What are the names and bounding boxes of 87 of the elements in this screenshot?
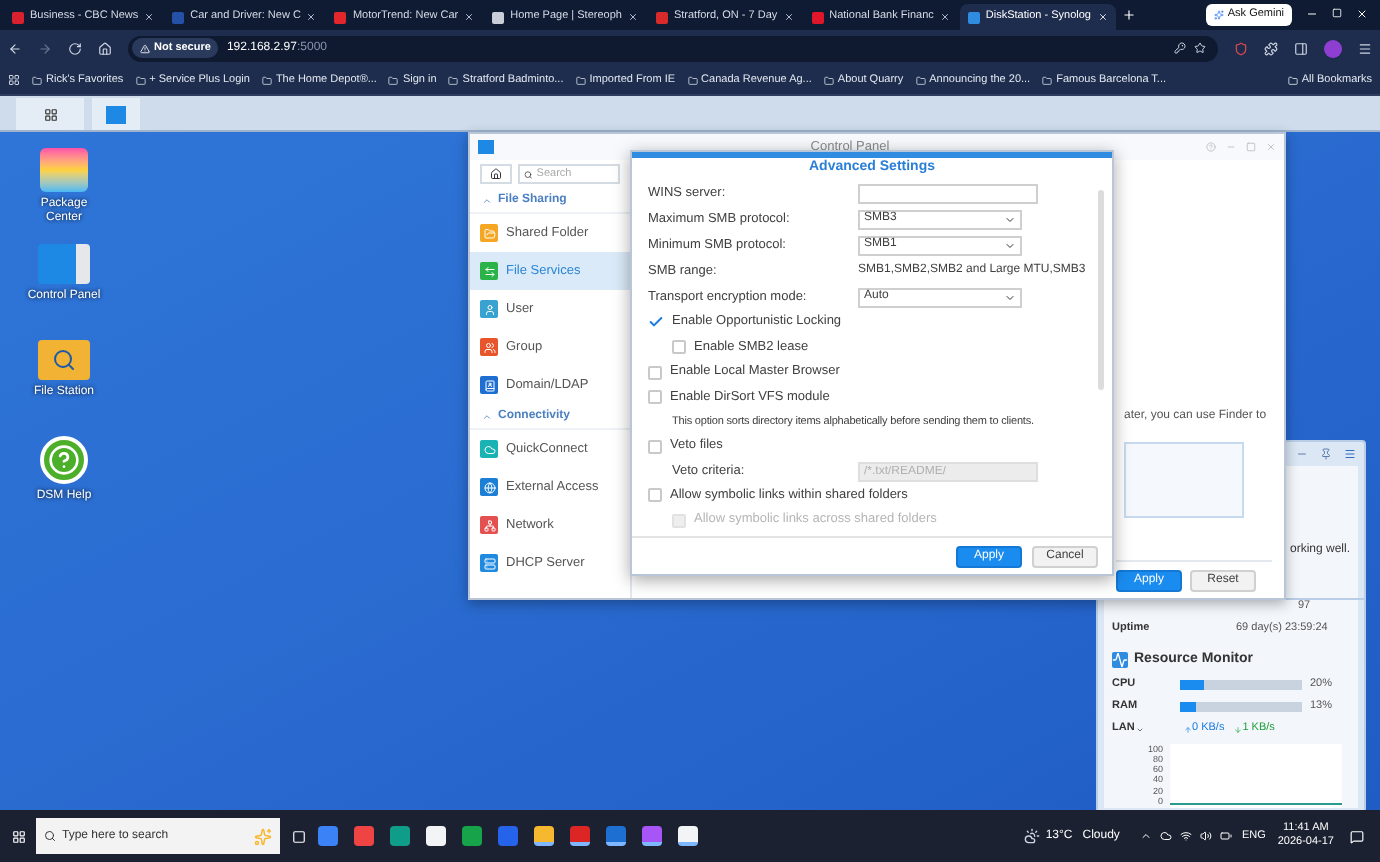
home-button[interactable] bbox=[480, 164, 512, 184]
app-icon[interactable] bbox=[606, 826, 626, 846]
shopping-bag-icon bbox=[40, 148, 88, 192]
control-panel-icon bbox=[38, 244, 90, 284]
extensions-icon[interactable] bbox=[1264, 41, 1278, 55]
app-icon[interactable] bbox=[354, 826, 374, 846]
network-icon[interactable] bbox=[1179, 830, 1192, 842]
app-icon[interactable] bbox=[390, 826, 410, 846]
bookmark-icon bbox=[687, 75, 698, 85]
checkbox[interactable] bbox=[648, 365, 662, 380]
settings-item-icon bbox=[480, 440, 498, 458]
app-icon[interactable] bbox=[426, 826, 446, 846]
warning-icon bbox=[140, 43, 150, 53]
collapse-icon bbox=[482, 195, 492, 205]
folder-search-icon bbox=[38, 340, 90, 380]
app-icon[interactable] bbox=[318, 826, 338, 846]
bookmark-icon bbox=[1042, 75, 1053, 85]
sparkle-icon bbox=[254, 827, 272, 845]
checkbox-checked[interactable] bbox=[648, 314, 664, 331]
settings-item-icon bbox=[480, 262, 498, 280]
sparkle-icon bbox=[1213, 10, 1224, 20]
settings-item-icon bbox=[480, 478, 498, 496]
download-icon bbox=[1234, 725, 1243, 733]
cloud-icon[interactable] bbox=[1159, 830, 1172, 842]
app-logo-icon bbox=[478, 140, 494, 154]
checkbox[interactable] bbox=[648, 488, 662, 503]
bookmark-icon bbox=[32, 75, 42, 85]
grid-icon bbox=[43, 107, 57, 121]
notifications-icon[interactable] bbox=[1350, 829, 1364, 843]
minimize-icon[interactable] bbox=[1306, 8, 1318, 20]
checkbox[interactable] bbox=[672, 340, 686, 355]
settings-item-icon bbox=[480, 516, 498, 534]
new-tab-icon[interactable] bbox=[1121, 8, 1135, 22]
profile-avatar[interactable] bbox=[1324, 39, 1342, 57]
app-icon[interactable] bbox=[534, 826, 554, 846]
windows-logo-icon bbox=[11, 829, 25, 843]
bookmark-icon bbox=[388, 75, 399, 85]
help-icon bbox=[40, 436, 88, 484]
bookmark-icon bbox=[261, 75, 272, 85]
bookmark-star-icon[interactable] bbox=[1194, 42, 1206, 54]
caret-icon bbox=[1004, 291, 1016, 303]
menu-icon[interactable] bbox=[1358, 41, 1372, 55]
search-icon bbox=[524, 169, 533, 179]
control-panel-tab[interactable] bbox=[92, 98, 140, 130]
search-icon bbox=[44, 830, 56, 842]
home-icon bbox=[490, 168, 502, 180]
info-box bbox=[1124, 442, 1244, 518]
bookmark-icon bbox=[575, 75, 586, 85]
back-icon[interactable] bbox=[8, 41, 22, 55]
apps-icon[interactable] bbox=[8, 74, 20, 86]
volume-icon[interactable] bbox=[1199, 830, 1212, 842]
checkbox[interactable] bbox=[648, 439, 662, 454]
key-icon[interactable] bbox=[1174, 42, 1186, 54]
home-icon[interactable] bbox=[98, 41, 112, 55]
checkbox[interactable] bbox=[648, 390, 662, 405]
upload-icon bbox=[1184, 725, 1192, 733]
pin-icon[interactable] bbox=[1320, 448, 1332, 460]
scrollbar[interactable] bbox=[1098, 190, 1104, 390]
settings-item-icon bbox=[480, 376, 498, 394]
bookmark-icon bbox=[915, 75, 926, 85]
bookmark-icon bbox=[448, 75, 459, 85]
app-icon[interactable] bbox=[462, 826, 482, 846]
settings-item-icon bbox=[480, 224, 498, 242]
widget-menu-icon[interactable] bbox=[1344, 448, 1356, 460]
task-view-icon[interactable] bbox=[292, 829, 306, 843]
collapse-icon bbox=[482, 411, 492, 421]
app-icon[interactable] bbox=[642, 826, 662, 846]
app-icon[interactable] bbox=[570, 826, 590, 846]
app-icon[interactable] bbox=[678, 826, 698, 846]
settings-item-icon bbox=[480, 300, 498, 318]
settings-item-icon bbox=[480, 338, 498, 356]
settings-item-icon bbox=[480, 554, 498, 572]
shield-icon[interactable] bbox=[1234, 41, 1248, 55]
folder-icon bbox=[1287, 75, 1298, 85]
tray-overflow-icon[interactable] bbox=[1139, 830, 1152, 842]
monitor-icon bbox=[1112, 652, 1128, 669]
caret-icon bbox=[1004, 239, 1016, 251]
text-field[interactable] bbox=[858, 184, 1038, 204]
bookmark-icon bbox=[823, 75, 834, 85]
bookmark-icon bbox=[135, 75, 146, 85]
main-menu-button[interactable] bbox=[16, 98, 84, 130]
weather-icon bbox=[1023, 828, 1040, 844]
caret-icon bbox=[1004, 213, 1016, 225]
reload-icon[interactable] bbox=[68, 41, 82, 55]
battery-icon[interactable] bbox=[1219, 830, 1232, 842]
side-panel-icon[interactable] bbox=[1294, 41, 1308, 55]
forward-icon[interactable] bbox=[38, 41, 52, 55]
